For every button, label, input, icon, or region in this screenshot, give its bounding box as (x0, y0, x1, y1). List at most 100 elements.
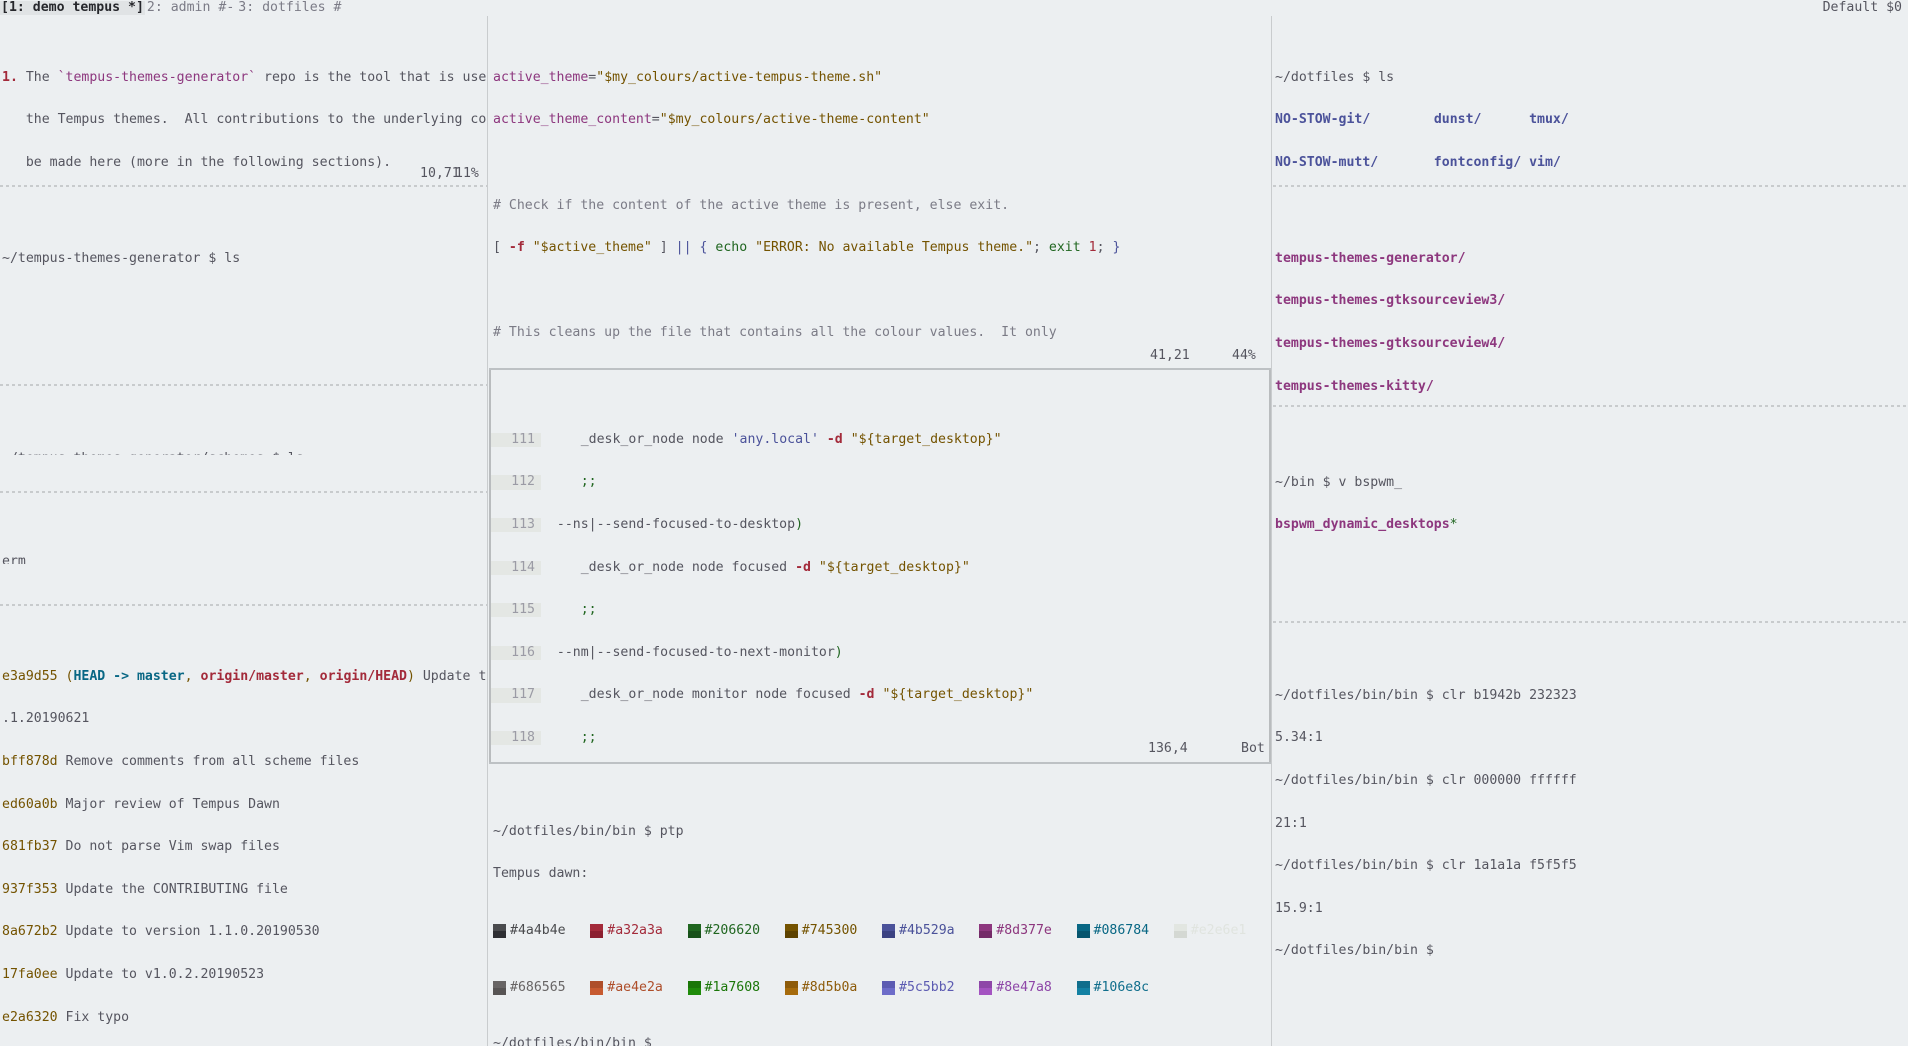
palette-cell: #4b529a (882, 923, 979, 939)
shell-prompt: ~/dotfiles $ ls (1275, 69, 1395, 85)
pane-separator-left[interactable] (487, 16, 488, 1046)
palette-cell: #106e8c (1076, 979, 1174, 995)
code-line: 117 _desk_or_node monitor node focused -… (491, 688, 1269, 703)
md-line: be made here (more in the following sect… (2, 155, 392, 171)
gitlog-entry: 937f353 Update the CONTRIBUTING file (2, 881, 288, 897)
palette-hex: #4a4b4e (510, 923, 566, 939)
shell-prompt: ~/dotfiles/bin/bin $ clr 1a1a1a f5f5f5 (1275, 858, 1577, 874)
vim-window-border-right (1269, 370, 1271, 762)
gitlog-entry: 681fb37 Do not parse Vim swap files (2, 839, 280, 855)
palette-hex: #086784 (1093, 923, 1150, 939)
shell-prompt: ~/dotfiles/bin/bin $ ptp (493, 823, 684, 839)
palette-hex: #ae4e2a (607, 979, 663, 995)
ls-row: bspwm_dynamic_desktops* (1275, 517, 1458, 533)
pane-separator-mid-h2[interactable] (489, 762, 1271, 764)
shell-prompt: ~/dotfiles/bin/bin $ clr 000000 ffffff (1275, 773, 1577, 789)
pane-left-shell-1[interactable]: ~/tempus-themes-generator $ ls presets/ … (0, 195, 487, 265)
palette-hex: #106e8c (1093, 979, 1150, 995)
color-swatch (687, 924, 701, 939)
tmux-window-2[interactable]: 2: admin #- (145, 0, 236, 15)
color-swatch (493, 980, 506, 995)
gitlog-entry: .1.20190621 (2, 711, 90, 727)
pane-separator-right-h2[interactable] (1273, 405, 1908, 407)
ls-row: NO-STOW-mutt/ fontconfig/ vim/ (1275, 155, 1561, 171)
pane-separator-mid-h1[interactable] (489, 368, 1271, 370)
gitlog-entry: ed60a0b Major review of Tempus Dawn (2, 796, 280, 812)
palette-cell: #e2e6e1 (1173, 923, 1271, 939)
palette-hex: #5c5bb2 (899, 979, 955, 995)
code-line: 114 _desk_or_node node focused -d "${tar… (491, 560, 1269, 575)
md-line: the Tempus themes. All contributions to … (25, 112, 487, 128)
pane-right-clr[interactable]: ~/dotfiles/bin/bin $ clr b1942b 232323 5… (1273, 632, 1908, 1046)
code-line: 113 --ns|--send-focused-to-desktop) (491, 517, 1269, 533)
pane-mid-shell-palette[interactable]: ~/dotfiles/bin/bin $ ptp Tempus dawn: #4… (489, 768, 1271, 1046)
color-swatch (882, 924, 895, 939)
palette-hex: #206620 (704, 923, 761, 939)
pane-separator-right[interactable] (1271, 16, 1272, 1046)
pane-separator-right-h1[interactable] (1273, 185, 1908, 187)
color-swatch (493, 924, 506, 939)
palette-hex: #686565 (510, 979, 566, 995)
palette-row-bright: #686565 #ae4e2a #1a7608 #8d5b0a #5c5bb2 … (493, 979, 1271, 995)
tmux-window-3[interactable]: 3: dotfiles # (236, 0, 343, 15)
pane-right-tempus-ls[interactable]: tempus-themes-generator/ tempus-themes-g… (1273, 195, 1908, 410)
pane-separator-left-h4[interactable] (0, 604, 487, 606)
pane-separator-left-h3[interactable] (0, 491, 487, 493)
gitlog-entry: e3a9d55 (HEAD -> master, origin/master, … (2, 668, 487, 684)
palette-cell: #086784 (1076, 923, 1174, 939)
ls-row: tempus-themes-gtksourceview4/ (1275, 336, 1506, 352)
palette-hex: #e2e6e1 (1190, 923, 1247, 939)
color-swatch (1076, 924, 1090, 939)
shell-prompt: ~/dotfiles/bin/bin $ (1275, 943, 1434, 959)
color-swatch (882, 980, 895, 995)
ls-row: NO-STOW-git/ dunst/ tmux/ (1275, 112, 1569, 128)
palette-hex: #a32a3a (607, 923, 663, 939)
shell-output: 15.9:1 (1275, 900, 1323, 916)
gitlog-entry: e2a6320 Fix typo (2, 1009, 130, 1025)
shell-prompt: ~/tempus-themes-generator/schemes $ ls (2, 451, 487, 455)
ls-row: tempus-themes-gtksourceview3/ (1275, 293, 1506, 309)
vim-ruler-mid-bottom-pct: Bot (1241, 741, 1265, 756)
pane-left-gitlog[interactable]: e3a9d55 (HEAD -> master, origin/master, … (0, 613, 487, 1046)
palette-row-normal: #4a4b4e #a32a3a #206620 #745300 #4b529a … (493, 923, 1271, 939)
palette-cell: #a32a3a (590, 923, 687, 939)
color-swatch (979, 980, 993, 995)
color-swatch (590, 924, 604, 939)
pane-mid-vim-top[interactable]: active_theme="$my_colours/active-tempus-… (489, 14, 1271, 354)
color-swatch (784, 980, 798, 995)
shell-output: 5.34:1 (1275, 730, 1323, 746)
code-line: [ -f "$active_theme" ] || { echo "ERROR:… (493, 240, 1121, 256)
palette-cell: #686565 (493, 979, 590, 995)
pane-separator-left-h2[interactable] (0, 384, 487, 386)
color-swatch (590, 980, 604, 995)
gitlog-entry: 17fa0ee Update to v1.0.2.20190523 (2, 967, 265, 983)
color-swatch (1173, 924, 1187, 939)
palette-cell: #8d377e (979, 923, 1076, 939)
code-line: active_theme="$my_colours/active-tempus-… (493, 69, 883, 85)
pane-right-dotfiles-ls[interactable]: ~/dotfiles $ ls NO-STOW-git/ dunst/ tmux… (1273, 14, 1908, 184)
pane-separator-right-h3[interactable] (1273, 621, 1908, 623)
pane-right-bspwm[interactable]: ~/bin $ v bspwm_ bspwm_dynamic_desktops*… (1273, 419, 1908, 554)
pane-left-shell-3[interactable]: erm gtksourceview4 konsole shell-variabl… (0, 498, 487, 564)
code-line: # Check if the content of the active the… (493, 197, 1010, 213)
code-line: 116 --nm|--send-focused-to-next-monitor) (491, 645, 1269, 661)
vim-ruler-mid-top-pos: 41,21 (1150, 348, 1190, 363)
color-swatch (979, 924, 993, 939)
shell-prompt: ~/tempus-themes-generator $ ls (2, 250, 241, 265)
palette-cell: #ae4e2a (590, 979, 687, 995)
shell-output: erm (2, 553, 26, 564)
pane-left-markdown[interactable]: 1. The `tempus-themes-generator` repo is… (0, 14, 487, 190)
palette-cell: #745300 (784, 923, 882, 939)
vim-ruler-left-pos: 10,71 (420, 166, 460, 181)
color-swatch (687, 980, 701, 995)
palette-hex: #1a7608 (704, 979, 761, 995)
vim-ruler-mid-top-pct: 44% (1232, 348, 1256, 363)
shell-output: 21:1 (1275, 815, 1307, 831)
ls-row: tempus-themes-generator/ (1275, 250, 1466, 266)
palette-cell: #4a4b4e (493, 923, 590, 939)
pane-mid-vim-bottom[interactable]: 111 _desk_or_node node 'any.local' -d "$… (491, 376, 1269, 758)
pane-separator-left-h1[interactable] (0, 185, 487, 187)
pane-left-shell-2[interactable]: ~/tempus-themes-generator/schemes $ ls a… (0, 395, 487, 455)
palette-cell: #8d5b0a (784, 980, 882, 995)
tmux-window-1[interactable]: [1: demo tempus *] (0, 0, 145, 16)
